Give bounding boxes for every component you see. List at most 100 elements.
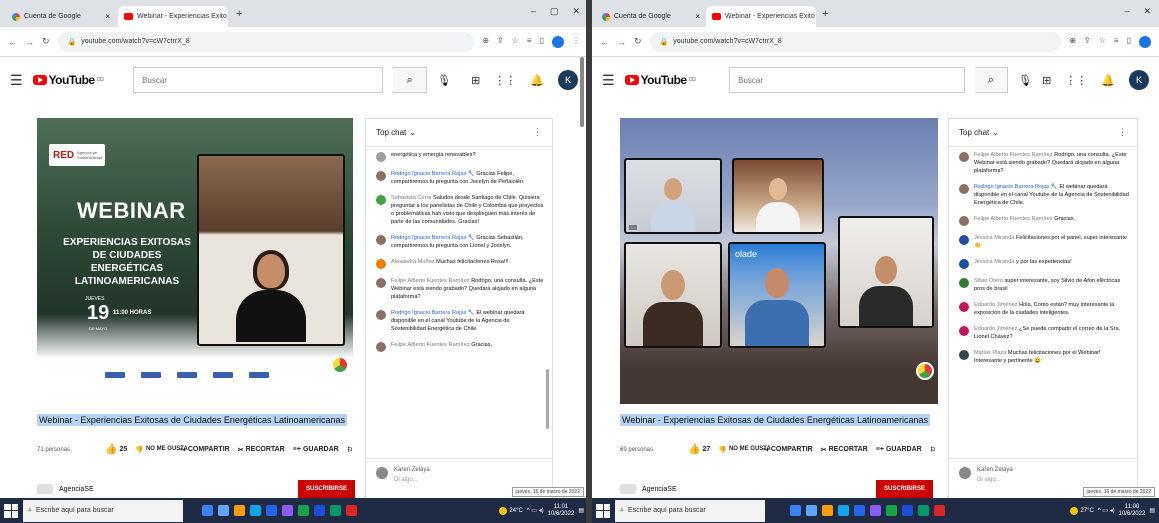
tab-webinar[interactable]: Webinar - Experiencias Exito × <box>118 6 228 27</box>
youtube-logo[interactable]: YouTube CO <box>624 73 696 87</box>
clip-button[interactable]: ✂ RECORTAR <box>238 446 285 454</box>
new-tab-icon[interactable]: + <box>822 8 828 20</box>
close-tab-icon[interactable]: × <box>105 12 110 21</box>
chat-author[interactable]: Felipe Alberto Fuentes Ramírez <box>391 278 470 284</box>
sidepanel-icon[interactable]: ▯ <box>1127 36 1131 48</box>
url-field[interactable]: 🔒 youtube.com/watch?v=cW7ctrrX_8 <box>57 31 475 52</box>
search-input[interactable] <box>729 67 965 93</box>
close-window-icon[interactable]: ✕ <box>572 6 580 17</box>
translate-icon[interactable]: ⊕ <box>1069 36 1076 48</box>
back-icon[interactable]: ← <box>600 37 609 47</box>
create-video-icon[interactable]: ⊞ <box>1042 74 1051 87</box>
tab-google-account[interactable]: Cuenta de Google × <box>6 6 116 27</box>
chat-author[interactable]: Matías Plaza <box>974 350 1006 356</box>
channel-avatar[interactable] <box>620 484 636 494</box>
chat-author[interactable]: Rodrigo Ignacio Barrera Rojas <box>391 310 466 316</box>
notifications-bell-icon[interactable]: 🔔 <box>530 74 544 87</box>
chat-input-field[interactable]: Di algo... <box>394 477 430 483</box>
channel-avatar[interactable] <box>37 484 53 494</box>
powerpoint-icon[interactable] <box>934 505 945 516</box>
hamburger-menu-icon[interactable]: ☰ <box>602 72 615 89</box>
store-icon[interactable] <box>250 505 261 516</box>
chat-title-dropdown[interactable]: Top chat <box>376 128 406 137</box>
create-video-icon[interactable]: ⊞ <box>471 74 480 87</box>
forward-icon[interactable]: → <box>25 37 34 47</box>
chat-more-icon[interactable]: ⋮ <box>1118 127 1127 138</box>
chat-author[interactable]: Felipe Alberto Fuentes Ramírez <box>974 152 1053 158</box>
share-icon[interactable]: ⇪ <box>1084 36 1091 48</box>
taskbar-search[interactable]: ⌕ Escribe aquí para buscar <box>615 499 765 522</box>
chat-input-field[interactable]: Di algo... <box>977 477 1013 483</box>
chat-author[interactable]: Rodrigo Ignacio Barrera Rojas <box>391 235 466 241</box>
share-icon[interactable]: ⇪ <box>497 36 504 48</box>
edge-icon[interactable] <box>218 505 229 516</box>
close-tab-icon[interactable]: × <box>695 12 700 21</box>
powerpoint-icon[interactable] <box>346 505 357 516</box>
windows-start-icon[interactable] <box>4 503 18 518</box>
edge-icon[interactable] <box>806 505 817 516</box>
word-icon[interactable] <box>314 505 325 516</box>
share-button[interactable]: ↪ COMPARTIR <box>763 446 813 454</box>
taskbar-clock[interactable]: 11:00 10/6/2022 <box>1119 504 1146 518</box>
notification-icon[interactable]: ▤ <box>1149 507 1155 514</box>
video-player[interactable]: ··· olade <box>620 118 938 404</box>
chat-author[interactable]: Sebastián Cerra <box>391 195 431 201</box>
apps-grid-icon[interactable]: ⋮⋮ <box>494 74 516 87</box>
profile-icon[interactable] <box>1139 35 1151 48</box>
word-icon[interactable] <box>902 505 913 516</box>
save-button[interactable]: ≡+ GUARDAR <box>876 446 922 453</box>
task-view-icon[interactable] <box>790 505 801 516</box>
chevron-down-icon[interactable]: ⌄ <box>992 128 999 137</box>
like-button[interactable]: 👍 25 <box>105 444 127 455</box>
taskbar-clock[interactable]: 11:01 10/6/2022 <box>548 504 575 518</box>
channel-name[interactable]: AgenciaSE <box>642 486 677 493</box>
reading-list-icon[interactable]: ≡ <box>1114 36 1119 48</box>
close-window-icon[interactable]: ✕ <box>1143 6 1151 17</box>
url-field[interactable]: 🔒 youtube.com/watch?v=cW7ctrrX_8 <box>649 31 1062 52</box>
tab-webinar[interactable]: Webinar - Experiencias Exito × <box>706 6 816 27</box>
page-scrollbar[interactable] <box>580 57 584 127</box>
save-button[interactable]: ≡+ GUARDAR <box>293 446 339 453</box>
tab-google-account[interactable]: Cuenta de Google × <box>596 6 706 27</box>
subscribe-button[interactable]: SUSCRIBIRSE <box>298 480 356 498</box>
file-explorer-icon[interactable] <box>822 505 833 516</box>
hamburger-menu-icon[interactable]: ☰ <box>10 72 23 89</box>
reload-icon[interactable]: ↻ <box>42 36 50 47</box>
youtube-logo[interactable]: YouTube CO <box>32 73 104 87</box>
excel-icon[interactable] <box>330 505 341 516</box>
sidepanel-icon[interactable]: ▯ <box>540 36 544 48</box>
minimize-icon[interactable]: – <box>1124 6 1129 17</box>
chat-author[interactable]: Rodrigo Ignacio Barrera Rojas <box>391 171 466 177</box>
chat-scrollbar[interactable] <box>546 369 549 429</box>
like-button[interactable]: 👍 27 <box>688 444 710 455</box>
file-explorer-icon[interactable] <box>234 505 245 516</box>
mail-icon[interactable] <box>266 505 277 516</box>
chat-title-dropdown[interactable]: Top chat <box>959 128 989 137</box>
more-menu-icon[interactable]: ⋮ <box>572 36 580 48</box>
notifications-bell-icon[interactable]: 🔔 <box>1101 74 1115 87</box>
excel-icon[interactable] <box>918 505 929 516</box>
reload-icon[interactable]: ↻ <box>634 36 642 47</box>
store-icon[interactable] <box>838 505 849 516</box>
dislike-button[interactable]: 👎 NO ME GUSTA <box>135 446 188 454</box>
minimize-icon[interactable]: – <box>531 6 536 17</box>
chat-author[interactable]: Felipe Alberto Fuentes Ramírez <box>391 342 470 348</box>
back-icon[interactable]: ← <box>8 37 17 47</box>
search-button[interactable]: ⌕ <box>393 67 428 93</box>
reading-list-icon[interactable]: ≡ <box>527 36 532 48</box>
weather-widget[interactable]: 27°C <box>1070 506 1094 515</box>
subscribe-button[interactable]: SUSCRIBIRSE <box>876 480 934 498</box>
chat-author[interactable]: Felipe Alberto Fuentes Ramírez <box>974 216 1053 222</box>
chat-author[interactable]: Jessica Miranda <box>974 259 1014 265</box>
tray-icons[interactable]: ^ ▭ ◂) <box>527 507 544 514</box>
microphone-icon[interactable]: 🎙 <box>437 74 451 87</box>
chat-more-icon[interactable]: ⋮ <box>533 127 542 138</box>
share-button[interactable]: ↪ COMPARTIR <box>180 446 230 454</box>
forward-icon[interactable]: → <box>617 37 626 47</box>
dislike-button[interactable]: 👎 NO ME GUSTA <box>718 446 771 454</box>
clip-button[interactable]: ✂ RECORTAR <box>821 446 868 454</box>
taskbar-search[interactable]: ⌕ Escribe aquí para buscar <box>23 499 183 522</box>
bookmark-star-icon[interactable]: ☆ <box>1099 36 1106 48</box>
windows-start-icon[interactable] <box>596 503 610 518</box>
translate-icon[interactable]: ⊕ <box>482 36 489 48</box>
